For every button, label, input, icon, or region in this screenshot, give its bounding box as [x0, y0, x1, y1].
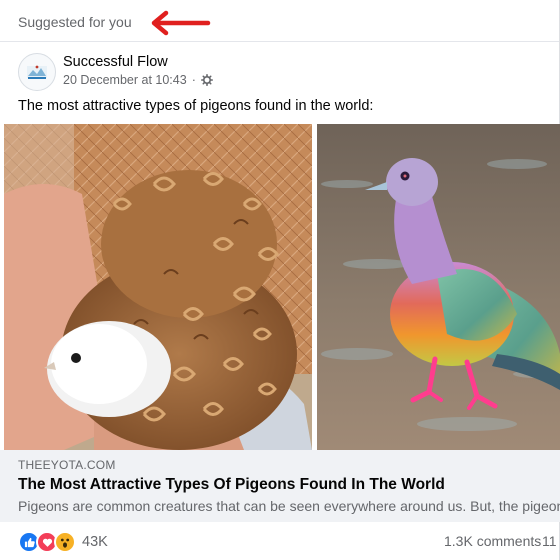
post-meta: 20 December at 10:43 · [63, 73, 213, 87]
comments-count[interactable]: 1.3K comments [444, 533, 541, 549]
post-card: Suggested for you Successful Flow 20 Dec… [0, 0, 560, 560]
shares-count-partial[interactable]: 11 [542, 533, 557, 549]
pink-necked-pigeon-image [317, 124, 560, 450]
frizzle-pigeon-image [4, 124, 312, 450]
post-text: The most attractive types of pigeons fou… [18, 98, 374, 114]
wow-icon [54, 531, 76, 553]
post-image-link[interactable] [0, 124, 560, 450]
page-avatar[interactable] [18, 53, 56, 91]
reaction-count[interactable]: 43K [82, 534, 108, 550]
link-domain: THEEYOTA.COM [18, 458, 116, 472]
suggested-label: Suggested for you [18, 14, 132, 30]
gear-icon[interactable] [200, 74, 213, 86]
reactions-summary[interactable]: 43K [18, 531, 108, 553]
divider [0, 41, 559, 42]
dot-separator: · [191, 73, 196, 87]
link-description: Pigeons are common creatures that can be… [18, 498, 560, 514]
annotation-arrow-icon [151, 10, 211, 36]
page-name-link[interactable]: Successful Flow [63, 54, 168, 70]
link-title[interactable]: The Most Attractive Types Of Pigeons Fou… [18, 476, 445, 494]
post-timestamp[interactable]: 20 December at 10:43 [63, 73, 187, 87]
